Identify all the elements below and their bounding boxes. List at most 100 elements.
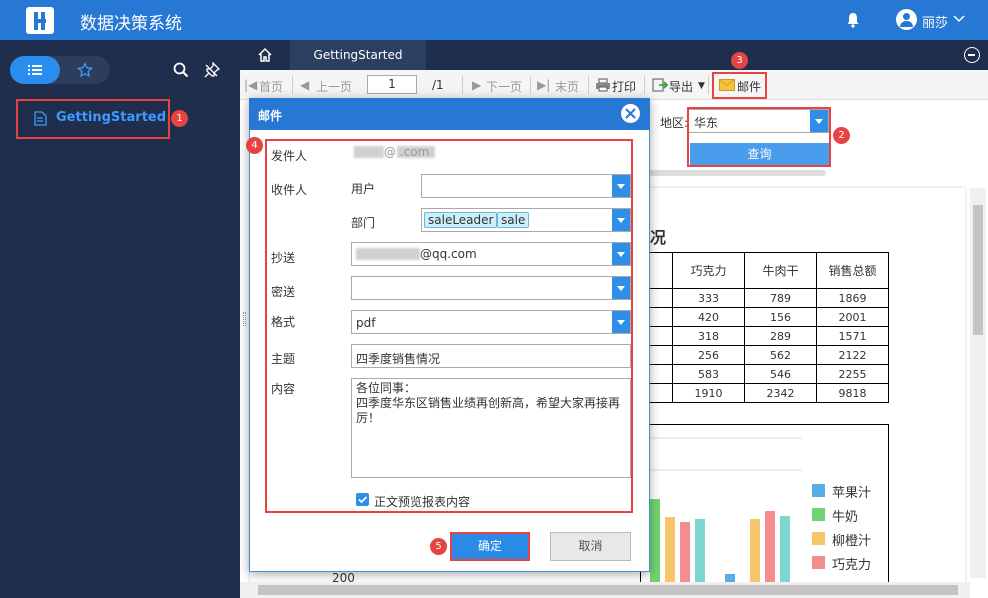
redacted-text <box>354 146 384 158</box>
confirm-button[interactable]: 确定 <box>450 532 530 561</box>
legend-swatch <box>812 556 825 569</box>
table-cell: 2255 <box>816 364 889 384</box>
table-cell: 420 <box>672 307 745 327</box>
subject-value: 四季度销售情况 <box>356 352 441 366</box>
table-cell: 789 <box>744 288 817 308</box>
list-view-button[interactable] <box>10 56 60 84</box>
table-cell: 1910 <box>672 383 745 403</box>
toolbar-divider <box>708 76 709 94</box>
legend-swatch <box>812 484 825 497</box>
table-cell: 583 <box>672 364 745 384</box>
vertical-scroll-thumb[interactable] <box>973 205 983 335</box>
close-icon[interactable] <box>621 104 640 123</box>
table-cell: 546 <box>744 364 817 384</box>
table-cell: 156 <box>744 307 817 327</box>
legend-swatch <box>812 532 825 545</box>
table-cell: 2001 <box>816 307 889 327</box>
sidebar-item-label: GettingStarted <box>56 110 167 125</box>
table-cell: 1869 <box>816 288 889 308</box>
export-icon[interactable] <box>652 77 668 93</box>
avatar[interactable] <box>896 9 917 30</box>
print-icon[interactable] <box>595 78 611 92</box>
legend-swatch <box>812 508 825 521</box>
table-cell: 289 <box>744 326 817 346</box>
dept-label: 部门 <box>351 216 376 230</box>
preview-checkbox[interactable] <box>356 493 369 506</box>
favorites-button[interactable] <box>60 56 110 84</box>
cc-dropdown-button[interactable] <box>612 243 630 265</box>
caret-down-icon[interactable]: ▼ <box>698 81 705 91</box>
mail-icon[interactable] <box>719 79 735 91</box>
format-label: 格式 <box>271 315 296 329</box>
user-name[interactable]: 丽莎 <box>922 12 948 31</box>
next-page-button[interactable]: 下一页 <box>486 78 522 95</box>
user-dropdown-button[interactable] <box>612 175 630 197</box>
user-select[interactable] <box>421 174 631 198</box>
last-page-button[interactable]: 末页 <box>555 78 579 95</box>
preview-label: 正文预览报表内容 <box>374 495 471 509</box>
document-icon <box>34 111 47 126</box>
redacted-text <box>356 248 420 260</box>
unpin-icon[interactable] <box>204 62 220 78</box>
print-button[interactable]: 打印 <box>612 78 636 95</box>
annotation-badge: 2 <box>833 127 850 144</box>
bcc-select[interactable] <box>351 276 631 300</box>
report-title: 况 <box>650 228 667 247</box>
search-icon[interactable] <box>173 62 189 78</box>
bcc-dropdown-button[interactable] <box>612 277 630 299</box>
table-header: 牛肉干 <box>744 252 817 289</box>
home-tab[interactable] <box>240 40 290 70</box>
tab-gettingstarted[interactable]: GettingStarted <box>290 40 426 70</box>
annotation-badge: 3 <box>731 52 748 69</box>
mail-button[interactable]: 邮件 <box>737 78 761 95</box>
export-button[interactable]: 导出 <box>669 78 693 95</box>
table-cell: 2342 <box>744 383 817 403</box>
table-cell: 256 <box>672 345 745 365</box>
prev-page-button[interactable]: 上一页 <box>316 78 352 95</box>
first-page-button[interactable]: 首页 <box>259 78 283 95</box>
dialog-title: 邮件 <box>258 109 283 123</box>
legend-item: 巧克力 <box>832 558 872 573</box>
recipient-label: 收件人 <box>271 183 308 197</box>
table-header: 销售总额 <box>816 252 889 289</box>
format-dropdown-button[interactable] <box>612 311 630 333</box>
dept-chip[interactable]: sale <box>497 212 530 228</box>
page-total: /1 <box>432 78 444 92</box>
dialog-header <box>249 98 650 130</box>
cancel-button[interactable]: 取消 <box>550 532 631 561</box>
body-textarea[interactable]: 各位同事： 四季度华东区销售业绩再创新高，希望大家再接再厉！ <box>351 378 631 478</box>
bell-icon[interactable] <box>846 12 860 28</box>
close-tabs-icon[interactable] <box>964 47 980 63</box>
list-icon <box>28 65 42 75</box>
home-icon <box>258 47 272 62</box>
app-logo-bar <box>34 19 46 23</box>
first-page-icon[interactable]: |◀ <box>244 78 257 92</box>
format-select[interactable] <box>351 310 631 334</box>
bottom-scroll-thumb[interactable] <box>258 585 958 595</box>
next-page-icon[interactable]: ▶ <box>472 78 481 92</box>
table-cell: 333 <box>672 288 745 308</box>
resize-handle[interactable] <box>243 312 246 326</box>
dept-dropdown-button[interactable] <box>612 209 630 231</box>
user-label: 用户 <box>351 182 376 196</box>
page-number-input[interactable]: 1 <box>367 75 417 94</box>
chevron-down-icon[interactable] <box>953 12 965 24</box>
table-cell: 1571 <box>816 326 889 346</box>
table-cell: 318 <box>672 326 745 346</box>
sender-value: @ .com <box>384 145 430 159</box>
subject-label: 主题 <box>271 352 296 366</box>
sender-label: 发件人 <box>271 149 308 163</box>
last-page-icon[interactable]: ▶| <box>537 78 550 92</box>
app-title: 数据决策系统 <box>80 14 182 34</box>
table-cell: 562 <box>744 345 817 365</box>
filter-highlight <box>687 107 831 167</box>
dept-chip[interactable]: saleLeader <box>424 212 498 228</box>
toolbar-divider <box>292 76 293 94</box>
format-value: pdf <box>356 316 376 330</box>
toolbar-divider <box>644 76 645 94</box>
toolbar-divider <box>588 76 589 94</box>
prev-page-icon[interactable]: ◀ <box>300 78 309 92</box>
legend-item: 牛奶 <box>832 510 859 525</box>
body-label: 内容 <box>271 382 296 396</box>
cc-label: 抄送 <box>271 251 296 265</box>
